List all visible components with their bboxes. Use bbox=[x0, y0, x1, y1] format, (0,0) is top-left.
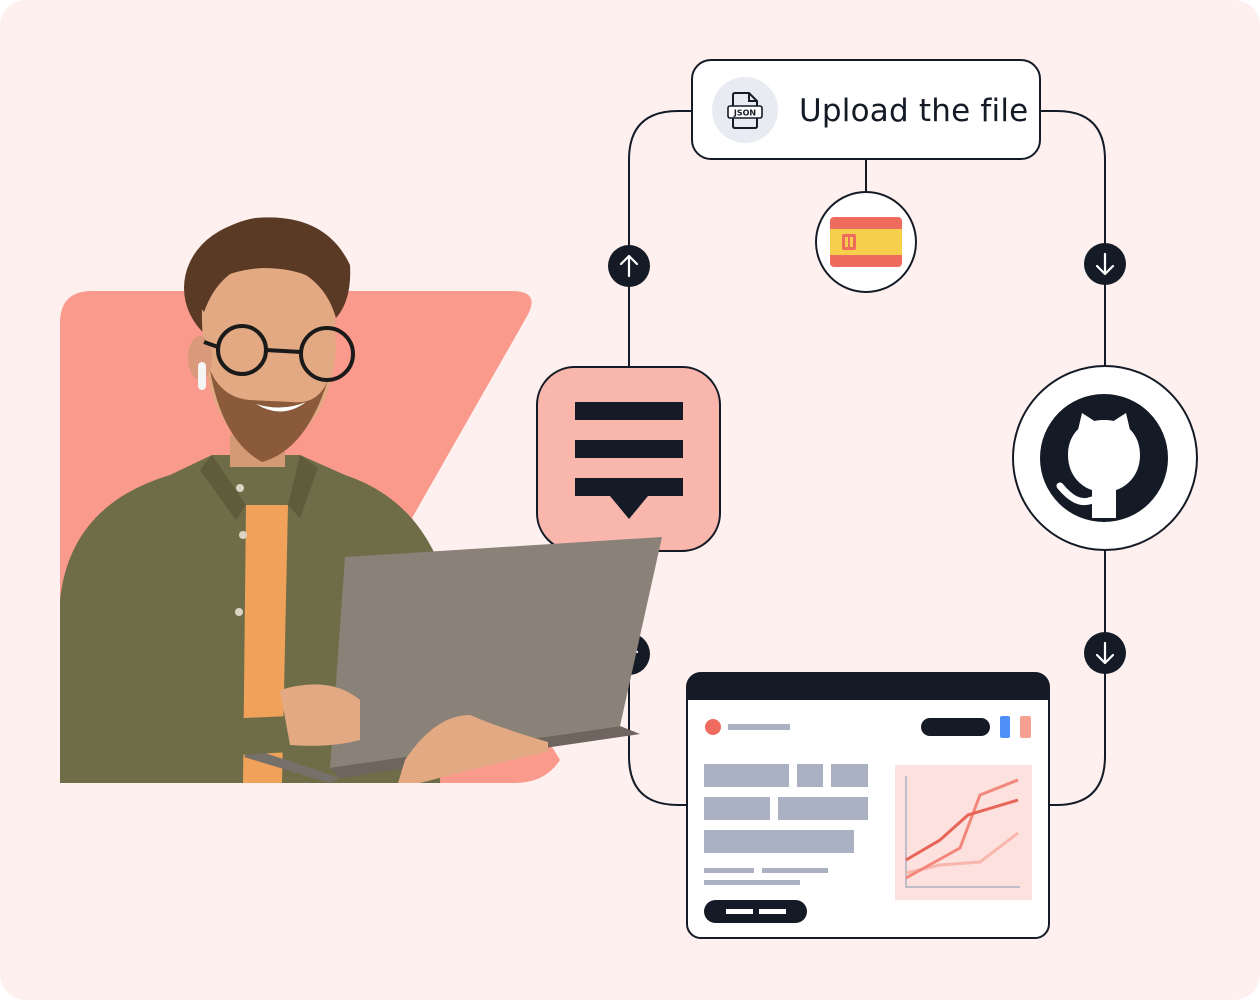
earbud bbox=[198, 362, 206, 390]
upload-step-label: Upload the file bbox=[799, 93, 1029, 129]
france-flag-icon bbox=[1000, 716, 1031, 738]
diagram-canvas: JSON Upload the file bbox=[0, 0, 1260, 1000]
mini-line-chart bbox=[895, 765, 1032, 900]
diagram-svg bbox=[0, 0, 1260, 1000]
github-icon bbox=[1012, 365, 1198, 551]
json-file-icon: JSON bbox=[712, 77, 778, 143]
localization-app-icon bbox=[536, 366, 721, 552]
arrow-down-icon bbox=[1084, 243, 1126, 285]
window-action-button bbox=[704, 900, 807, 923]
json-badge-text: JSON bbox=[733, 109, 756, 118]
upload-step-node: JSON Upload the file bbox=[691, 59, 1041, 160]
arrow-up-icon bbox=[608, 245, 650, 287]
app-window-mockup bbox=[686, 672, 1050, 939]
window-status-dot bbox=[705, 719, 721, 735]
window-pill-button bbox=[921, 718, 990, 736]
left-hand bbox=[280, 684, 360, 746]
spain-flag-icon bbox=[815, 191, 917, 293]
arrow-down-icon bbox=[1084, 632, 1126, 674]
window-titlebar bbox=[687, 673, 1049, 700]
